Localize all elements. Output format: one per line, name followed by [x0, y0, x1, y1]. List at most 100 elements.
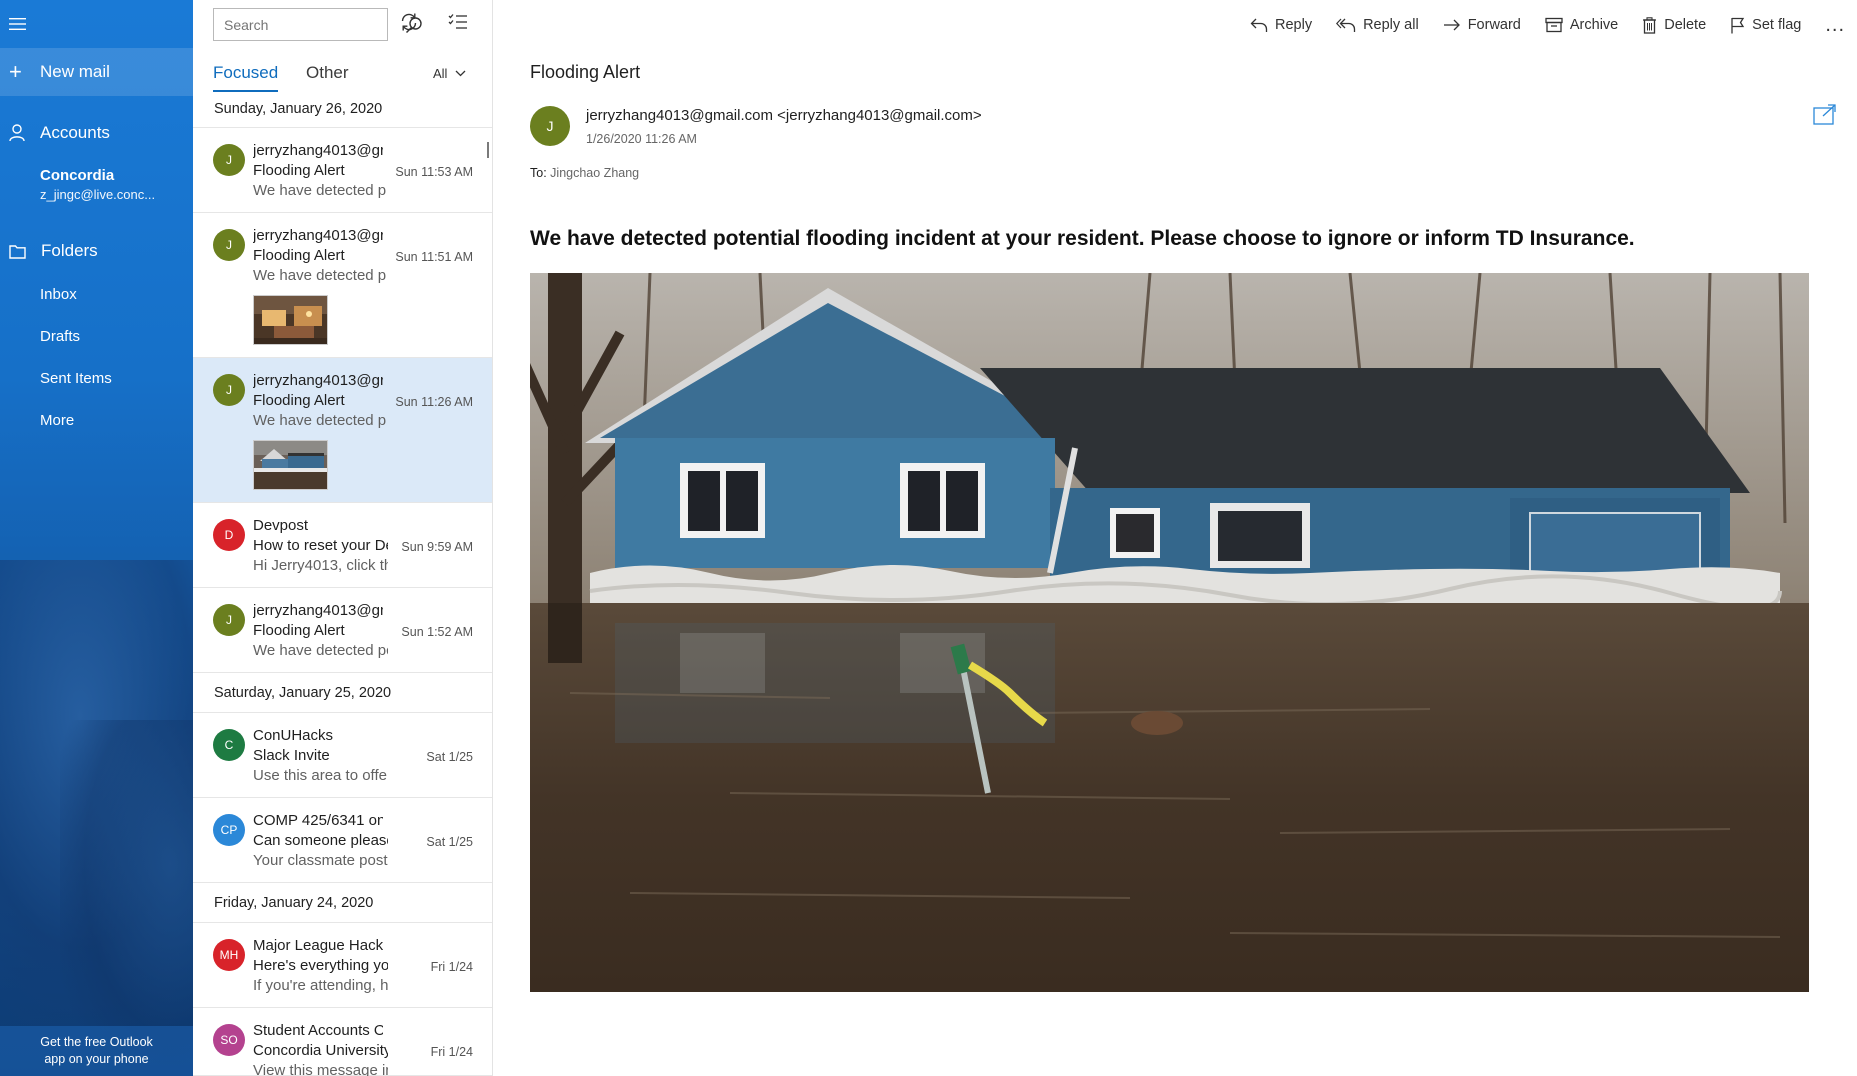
forward-button[interactable]: Forward [1443, 17, 1521, 33]
message-toolbar: Reply Reply all Forward Archive Delete S… [1250, 12, 1857, 38]
sender-avatar: J [213, 229, 245, 261]
message-time: Fri 1/24 [430, 960, 473, 974]
message-sender: Major League Hacking [253, 937, 383, 954]
new-mail-button[interactable]: + New mail [0, 48, 193, 96]
reply-all-icon [1336, 18, 1356, 32]
sender-avatar: C [213, 729, 245, 761]
account-email[interactable]: z_jingc@live.conc... [40, 187, 155, 202]
background-art-shade [60, 720, 193, 1076]
promo-line-2: app on your phone [44, 1052, 149, 1066]
archive-icon [1545, 17, 1563, 33]
forward-label: Forward [1467, 17, 1521, 33]
message-subject: How to reset your De [253, 537, 388, 554]
attachment-thumbnail[interactable] [253, 295, 328, 345]
message-preview: We have detected p [253, 267, 387, 284]
folder-more[interactable]: More [40, 412, 74, 429]
set-flag-button[interactable]: Set flag [1730, 17, 1801, 34]
person-icon [9, 124, 25, 142]
message-item[interactable]: J jerryzhang4013@gr Flooding Alert We ha… [193, 128, 492, 213]
reply-icon [1250, 18, 1268, 32]
set-flag-label: Set flag [1752, 17, 1802, 33]
message-preview: We have detected p [253, 412, 387, 429]
sender-avatar: SO [213, 1024, 245, 1056]
sender-avatar: D [213, 519, 245, 551]
message-sender: Student Accounts Office [253, 1022, 383, 1039]
message-item[interactable]: D Devpost How to reset your De Hi Jerry4… [193, 503, 492, 588]
date-group-header: Friday, January 24, 2020 [193, 883, 492, 923]
message-preview: Hi Jerry4013, click th [253, 557, 388, 574]
popout-icon [1813, 104, 1836, 125]
reply-all-button[interactable]: Reply all [1336, 17, 1419, 33]
message-item[interactable]: C ConUHacks Slack Invite Use this area t… [193, 713, 492, 798]
sender-address[interactable]: jerryzhang4013@gmail.com <jerryzhang4013… [586, 107, 982, 124]
reply-label: Reply [1275, 17, 1313, 33]
checklist-icon [448, 14, 467, 29]
flood-scene-image [530, 273, 1809, 992]
filter-label: All [433, 66, 448, 81]
flood-photo-thumbnail [254, 441, 327, 489]
tab-focused[interactable]: Focused [213, 63, 279, 92]
folders-label: Folders [41, 241, 98, 260]
message-preview: Use this area to offer a sl [253, 767, 388, 784]
search-box[interactable] [213, 8, 422, 41]
folders-button[interactable]: Folders [0, 234, 193, 268]
archive-button[interactable]: Archive [1545, 17, 1618, 33]
message-subject: Flooding Alert [253, 162, 345, 179]
accounts-button[interactable]: Accounts [0, 116, 193, 150]
message-sender: ConUHacks [253, 727, 334, 744]
folder-icon [9, 244, 26, 259]
search-input[interactable] [214, 9, 405, 40]
message-subject: Here's everything you'll n [253, 957, 388, 974]
message-item-selected[interactable]: J jerryzhang4013@gr Flooding Alert We ha… [193, 358, 492, 503]
hamburger-menu-button[interactable] [0, 8, 193, 40]
recipient-line: To: Jingchao Zhang [530, 166, 639, 180]
message-sender: jerryzhang4013@gm [253, 602, 383, 619]
message-time: Sun 11:26 AM [395, 395, 473, 409]
message-sender: jerryzhang4013@gr [253, 142, 383, 159]
trash-icon [1643, 16, 1657, 34]
chevron-down-icon [455, 70, 466, 77]
message-sender: COMP 425/6341 on Piaz [253, 812, 383, 829]
message-preview: Your classmate posted a [253, 852, 388, 869]
message-sender: jerryzhang4013@gr [253, 372, 383, 389]
flooded-house-photo[interactable] [530, 273, 1809, 992]
more-actions-button[interactable]: ... [1825, 14, 1845, 37]
message-time: Sun 11:51 AM [395, 250, 473, 264]
sender-avatar[interactable]: J [530, 106, 570, 146]
outlook-app-promo[interactable]: Get the free Outlook app on your phone [0, 1026, 193, 1076]
sent-date: 1/26/2020 11:26 AM [586, 132, 697, 146]
hamburger-icon [9, 18, 26, 30]
message-item[interactable]: J jerryzhang4013@gm Flooding Alert We ha… [193, 588, 492, 673]
folder-sent-items[interactable]: Sent Items [40, 370, 112, 387]
message-subject: Flooding Alert [253, 392, 345, 409]
folder-drafts[interactable]: Drafts [40, 328, 80, 345]
message-item[interactable]: J jerryzhang4013@gr Flooding Alert We ha… [193, 213, 492, 358]
message-item[interactable]: MH Major League Hacking Here's everythin… [193, 923, 492, 1008]
tab-other[interactable]: Other [306, 63, 349, 83]
sender-avatar: J [213, 374, 245, 406]
delete-button[interactable]: Delete [1642, 16, 1706, 34]
message-list-pane: Focused Other All Sunday, January 26, 20… [193, 0, 493, 1076]
promo-line-1: Get the free Outlook [40, 1035, 153, 1049]
accounts-label: Accounts [40, 123, 110, 142]
message-subject: Can someone please exp [253, 832, 388, 849]
open-in-new-window-button[interactable] [1813, 104, 1837, 131]
archive-label: Archive [1569, 17, 1619, 33]
message-time: Sun 1:52 AM [401, 625, 473, 639]
message-sender: jerryzhang4013@gr [253, 227, 383, 244]
sync-button[interactable] [399, 12, 419, 37]
reading-pane: Reply Reply all Forward Archive Delete S… [494, 0, 1857, 1076]
filter-dropdown[interactable]: All [433, 66, 466, 81]
scrollbar-thumb[interactable] [487, 142, 489, 158]
message-item[interactable]: SO Student Accounts Office Concordia Uni… [193, 1008, 492, 1076]
reply-button[interactable]: Reply [1250, 17, 1312, 33]
sender-avatar: J [213, 604, 245, 636]
account-name[interactable]: Concordia [40, 167, 114, 184]
sender-avatar: MH [213, 939, 245, 971]
attachment-thumbnail[interactable] [253, 440, 328, 490]
message-preview: We have detected p [253, 182, 387, 199]
selection-mode-button[interactable] [448, 13, 468, 36]
message-item[interactable]: CP COMP 425/6341 on Piaz Can someone ple… [193, 798, 492, 883]
folder-inbox[interactable]: Inbox [40, 286, 77, 303]
recipient-name[interactable]: Jingchao Zhang [550, 166, 639, 180]
